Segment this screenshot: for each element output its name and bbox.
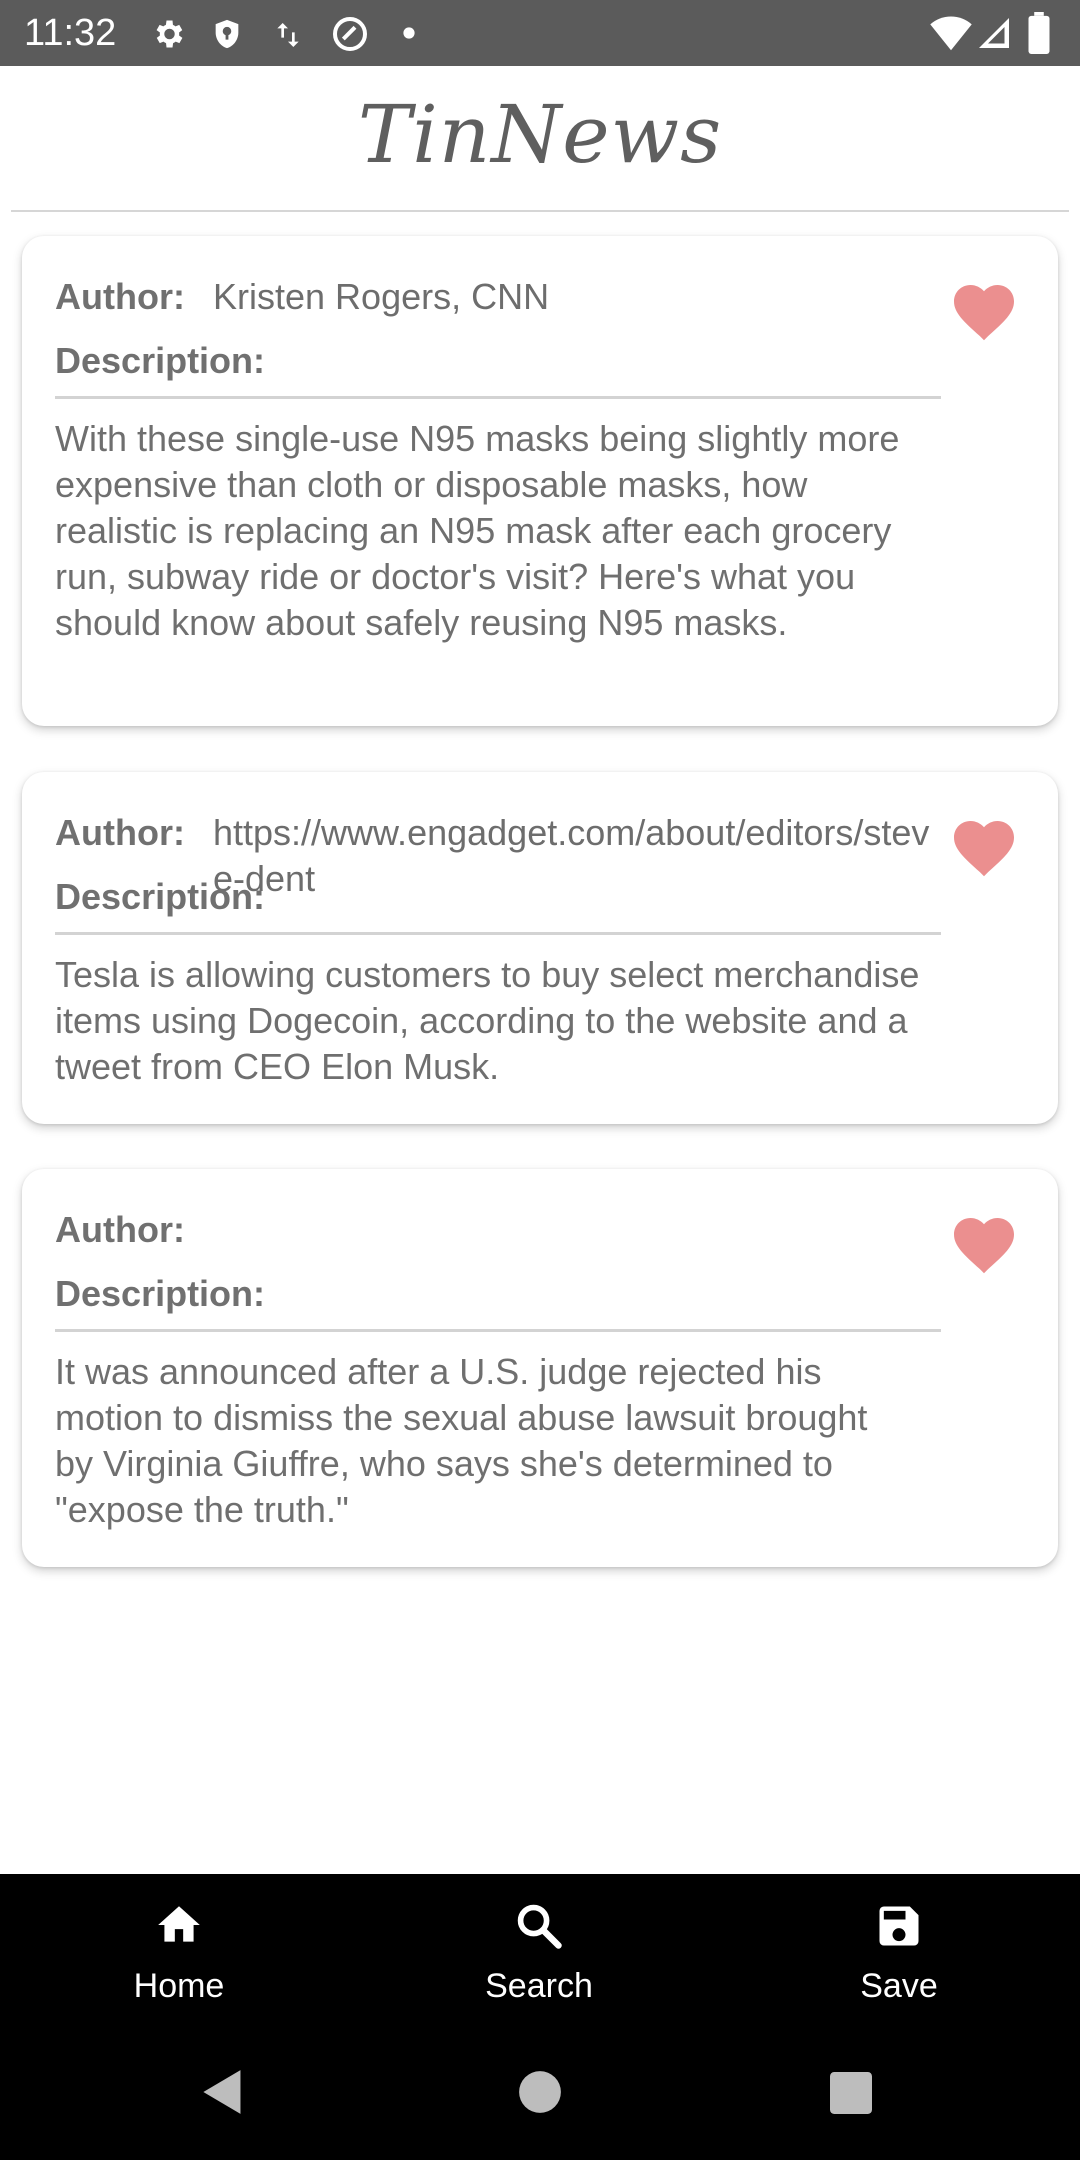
shield-icon bbox=[215, 19, 239, 49]
nav-search-label: Search bbox=[485, 1967, 593, 2005]
nav-search[interactable]: Search bbox=[439, 1874, 639, 2018]
description-text: With these single-use N95 masks being sl… bbox=[55, 418, 900, 643]
heart-icon[interactable] bbox=[948, 1209, 1020, 1275]
cell-signal-icon bbox=[979, 18, 1009, 48]
recents-icon[interactable] bbox=[830, 2072, 872, 2114]
dot-icon bbox=[403, 27, 415, 39]
nav-save[interactable]: Save bbox=[799, 1874, 999, 2018]
app-header: TinNews bbox=[0, 66, 1080, 212]
gear-icon bbox=[156, 20, 183, 48]
author-row: Author: bbox=[55, 1207, 955, 1253]
search-icon bbox=[517, 1904, 562, 1949]
author-row: Author: https://www.engadget.com/about/e… bbox=[55, 810, 955, 899]
nav-home[interactable]: Home bbox=[79, 1874, 279, 2018]
wifi-icon bbox=[930, 16, 972, 51]
back-icon[interactable] bbox=[200, 2068, 246, 2116]
home-icon bbox=[158, 1906, 200, 1942]
status-icons-right bbox=[930, 12, 1060, 54]
description-text: Tesla is allowing customers to buy selec… bbox=[55, 954, 920, 1087]
heart-icon[interactable] bbox=[948, 812, 1020, 878]
author-value: Kristen Rogers, CNN bbox=[213, 276, 550, 317]
description-label: Description: bbox=[55, 1273, 266, 1314]
nav-save-label: Save bbox=[860, 1967, 938, 2005]
home-circle-icon[interactable] bbox=[518, 2070, 562, 2114]
battery-icon bbox=[1028, 12, 1050, 54]
status-bar: 11:32 bbox=[0, 0, 1080, 66]
header-divider bbox=[11, 210, 1069, 212]
description-label: Description: bbox=[55, 876, 266, 917]
description-text: It was announced after a U.S. judge reje… bbox=[55, 1351, 868, 1530]
news-card[interactable]: Author: Description: It was announced af… bbox=[22, 1169, 1058, 1567]
save-icon bbox=[879, 1906, 919, 1946]
author-label: Author: bbox=[55, 276, 185, 317]
at-sign-icon bbox=[333, 17, 367, 51]
card-divider bbox=[55, 1329, 941, 1332]
author-label: Author: bbox=[55, 812, 185, 853]
news-card[interactable]: Author: Kristen Rogers, CNN Description:… bbox=[22, 236, 1058, 726]
card-divider bbox=[55, 932, 941, 935]
description-label: Description: bbox=[55, 340, 266, 381]
status-time: 11:32 bbox=[24, 12, 117, 54]
bottom-navigation: Home Search Save bbox=[0, 1874, 1080, 2018]
author-value: https://www.engadget.com/about/editors/s… bbox=[213, 812, 930, 899]
app-title: TinNews bbox=[357, 88, 723, 181]
author-row: Author: Kristen Rogers, CNN bbox=[55, 274, 955, 320]
heart-icon[interactable] bbox=[948, 276, 1020, 342]
system-navigation-bar bbox=[0, 2018, 1080, 2160]
nav-home-label: Home bbox=[133, 1967, 225, 2005]
card-divider bbox=[55, 396, 941, 399]
data-transfer-icon bbox=[277, 23, 299, 47]
author-label: Author: bbox=[55, 1209, 185, 1250]
news-card[interactable]: Author: https://www.engadget.com/about/e… bbox=[22, 772, 1058, 1124]
